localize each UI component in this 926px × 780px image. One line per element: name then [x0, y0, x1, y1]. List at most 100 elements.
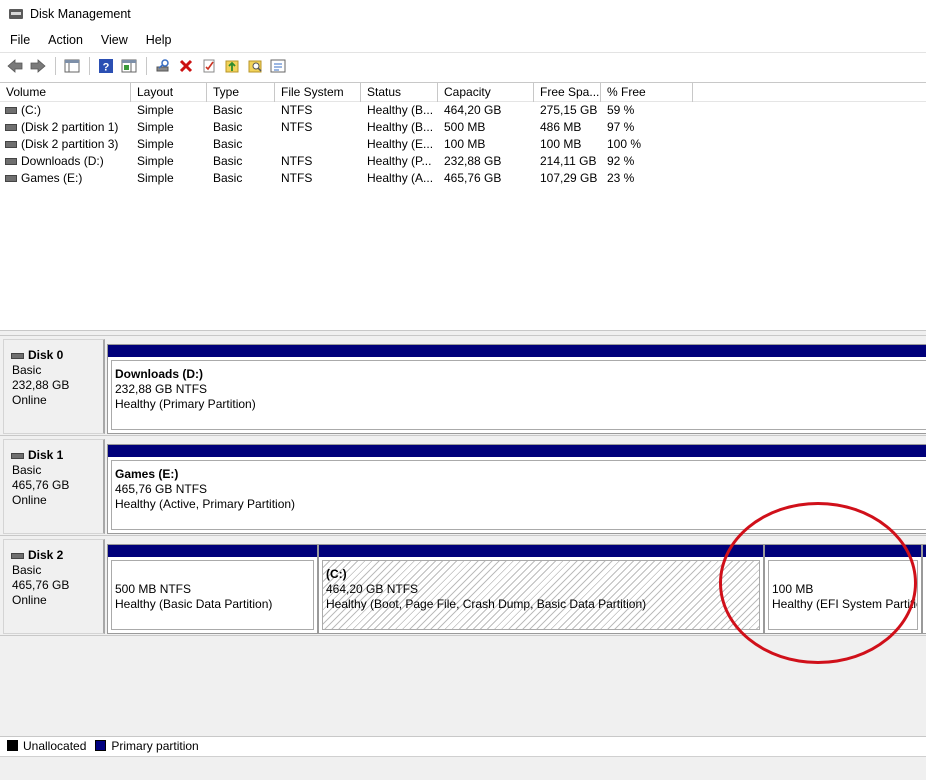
primary-partition-bar — [108, 445, 926, 457]
legend-unallocated-label: Unallocated — [23, 738, 87, 753]
menu-action[interactable]: Action — [39, 33, 92, 47]
volume-percent-free: 97 % — [607, 120, 635, 134]
disk-1-name: Disk 1 — [28, 448, 64, 462]
volume-name: (C:) — [21, 103, 41, 117]
volume-name: (Disk 2 partition 1) — [21, 120, 119, 134]
volume-percent-free: 59 % — [607, 103, 635, 117]
table-row[interactable]: (Disk 2 partition 3) Simple Basic Health… — [0, 136, 926, 153]
delete-icon — [179, 59, 193, 72]
partition-body: (C:) 464,20 GB NTFS Healthy (Boot, Page … — [322, 560, 760, 630]
console-tree-button[interactable] — [61, 55, 83, 77]
partition-downloads-d[interactable]: Downloads (D:) 232,88 GB NTFS Healthy (P… — [107, 344, 926, 434]
forward-arrow-icon — [30, 58, 46, 73]
table-row[interactable]: (C:) Simple Basic NTFS Healthy (B... 464… — [0, 102, 926, 119]
menu-view[interactable]: View — [92, 33, 137, 47]
partition-status: Healthy (Basic Data Partition) — [115, 597, 273, 611]
connect-button[interactable] — [152, 55, 174, 77]
partition-size: 232,88 GB NTFS — [115, 382, 208, 396]
disk-0-size: 232,88 GB — [12, 378, 70, 392]
volume-free-space: 100 MB — [540, 137, 582, 151]
column-header-type[interactable]: Type — [207, 83, 275, 102]
disk-2-row: Disk 2 Basic 465,76 GB Online 500 MB NTF… — [0, 536, 926, 635]
search-folder-button[interactable] — [244, 55, 266, 77]
primary-partition-bar — [108, 545, 317, 557]
volume-name: Downloads (D:) — [21, 154, 104, 168]
volume-status: Healthy (A... — [367, 171, 434, 185]
disk-1-type: Basic — [12, 463, 42, 477]
disk-icon — [11, 452, 24, 459]
partition-name: (C:) — [326, 567, 347, 581]
column-header-layout[interactable]: Layout — [131, 83, 207, 102]
column-header-percent-free[interactable]: % Free — [601, 83, 693, 102]
action-pane-button[interactable] — [118, 55, 140, 77]
volume-status: Healthy (B... — [367, 103, 434, 117]
legend-swatch-unallocated — [7, 740, 18, 751]
partition-name: Games (E:) — [115, 467, 179, 481]
help-button[interactable]: ? — [95, 55, 117, 77]
volume-capacity: 464,20 GB — [444, 103, 502, 117]
table-row[interactable]: Games (E:) Simple Basic NTFS Healthy (A.… — [0, 170, 926, 187]
svg-text:?: ? — [103, 61, 110, 73]
volume-file-system: NTFS — [281, 154, 313, 168]
partition-c[interactable]: (C:) 464,20 GB NTFS Healthy (Boot, Page … — [318, 544, 764, 634]
legend: Unallocated Primary partition — [0, 736, 926, 754]
partition-body: Downloads (D:) 232,88 GB NTFS Healthy (P… — [111, 360, 926, 430]
volume-file-system: NTFS — [281, 120, 313, 134]
properties-button[interactable] — [198, 55, 220, 77]
partition-disk2-p1[interactable]: 500 MB NTFS Healthy (Basic Data Partitio… — [107, 544, 318, 634]
volume-name: Games (E:) — [21, 171, 83, 185]
import-button[interactable] — [221, 55, 243, 77]
partition-size: 100 MB — [772, 582, 814, 596]
column-header-status[interactable]: Status — [361, 83, 438, 102]
volume-type: Basic — [213, 103, 243, 117]
volume-file-system: NTFS — [281, 171, 313, 185]
volume-capacity: 500 MB — [444, 120, 486, 134]
disk-0-state: Online — [12, 393, 47, 407]
console-tree-icon — [64, 59, 80, 72]
partition-status: Healthy (EFI System Partitic — [772, 597, 918, 611]
disk-0-label[interactable]: Disk 0 Basic 232,88 GB Online — [3, 339, 105, 434]
delete-button[interactable] — [175, 55, 197, 77]
volume-list-header: Volume Layout Type File System Status Ca… — [0, 83, 926, 102]
volume-icon — [5, 175, 17, 182]
volume-icon — [5, 141, 17, 148]
volume-file-system: NTFS — [281, 103, 313, 117]
volume-status: Healthy (B... — [367, 120, 434, 134]
disk-row-divider — [0, 635, 926, 636]
menu-file[interactable]: File — [0, 33, 39, 47]
disk-1-label[interactable]: Disk 1 Basic 465,76 GB Online — [3, 439, 105, 534]
partition-games-e[interactable]: Games (E:) 465,76 GB NTFS Healthy (Activ… — [107, 444, 926, 534]
column-header-volume[interactable]: Volume — [0, 83, 131, 102]
forward-button[interactable] — [27, 55, 49, 77]
volume-layout: Simple — [137, 137, 174, 151]
disk-0-name: Disk 0 — [28, 348, 64, 362]
menu-help[interactable]: Help — [137, 33, 181, 47]
back-button[interactable] — [4, 55, 26, 77]
table-row[interactable]: (Disk 2 partition 1) Simple Basic NTFS H… — [0, 119, 926, 136]
volume-free-space: 275,15 GB — [540, 103, 598, 117]
properties-icon — [203, 59, 215, 72]
volume-free-space: 486 MB — [540, 120, 582, 134]
disk-2-name: Disk 2 — [28, 548, 64, 562]
toolbar-separator — [89, 56, 90, 75]
volume-name: (Disk 2 partition 3) — [21, 137, 119, 151]
table-row[interactable]: Downloads (D:) Simple Basic NTFS Healthy… — [0, 153, 926, 170]
volume-icon — [5, 107, 17, 114]
settings-list-icon — [270, 59, 286, 72]
volume-icon — [5, 158, 17, 165]
partition-body: 500 MB NTFS Healthy (Basic Data Partitio… — [111, 560, 314, 630]
partition-efi[interactable]: 100 MB Healthy (EFI System Partitic — [764, 544, 922, 634]
column-header-capacity[interactable]: Capacity — [438, 83, 534, 102]
partition-overflow[interactable] — [922, 544, 926, 634]
disk-2-label[interactable]: Disk 2 Basic 465,76 GB Online — [3, 539, 105, 634]
volume-capacity: 465,76 GB — [444, 171, 502, 185]
column-header-file-system[interactable]: File System — [275, 83, 361, 102]
title-bar: Disk Management — [0, 0, 926, 28]
column-header-free-space[interactable]: Free Spa... — [534, 83, 601, 102]
partition-body: 100 MB Healthy (EFI System Partitic — [768, 560, 918, 630]
disk-1-size: 465,76 GB — [12, 478, 70, 492]
disk-2-state: Online — [12, 593, 47, 607]
settings-list-button[interactable] — [267, 55, 289, 77]
partition-status: Healthy (Boot, Page File, Crash Dump, Ba… — [326, 597, 647, 611]
disk-2-size: 465,76 GB — [12, 578, 70, 592]
